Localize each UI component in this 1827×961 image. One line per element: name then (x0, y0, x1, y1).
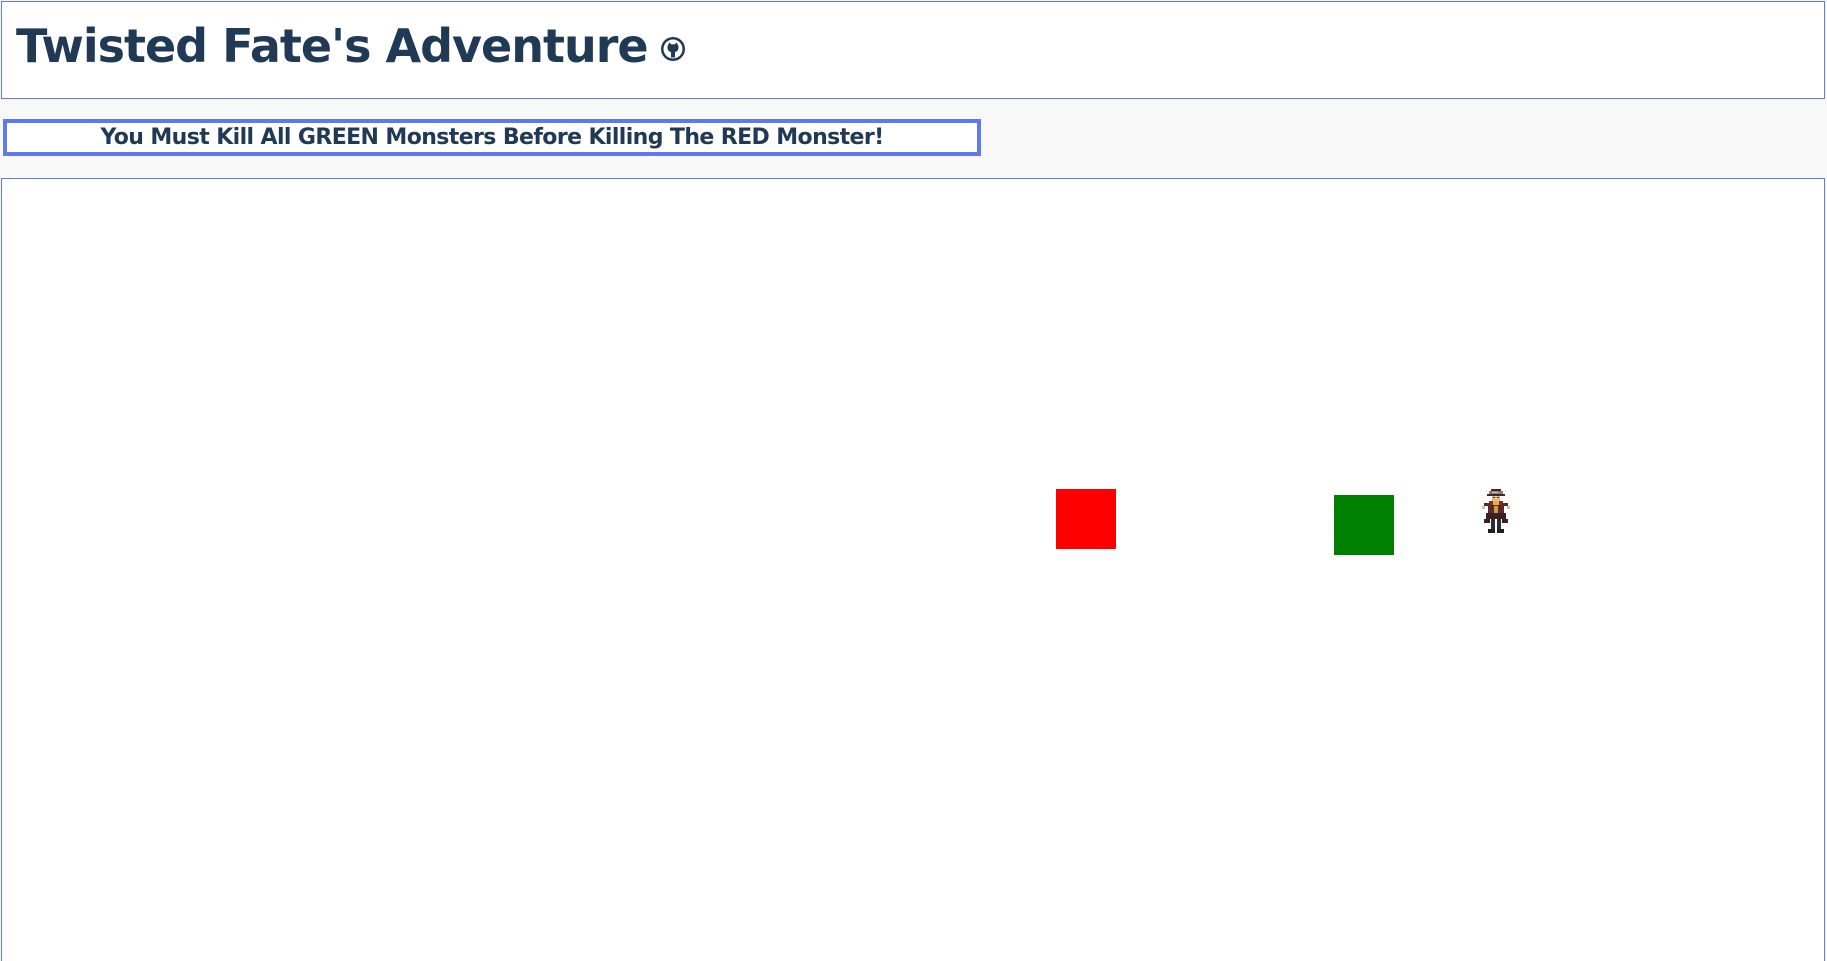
game-canvas[interactable] (1, 178, 1825, 961)
player-sprite (1480, 489, 1512, 535)
objective-message: You Must Kill All GREEN Monsters Before … (100, 125, 884, 150)
github-icon[interactable] (660, 36, 686, 62)
red-monster[interactable] (1056, 489, 1116, 549)
objective-message-box: You Must Kill All GREEN Monsters Before … (3, 119, 981, 156)
page-title: Twisted Fate's Adventure (16, 19, 649, 73)
green-monster[interactable] (1334, 495, 1394, 555)
header-bar: Twisted Fate's Adventure (1, 1, 1825, 99)
title-row: Twisted Fate's Adventure (16, 16, 686, 76)
status-bar: You Must Kill All GREEN Monsters Before … (0, 100, 1827, 178)
